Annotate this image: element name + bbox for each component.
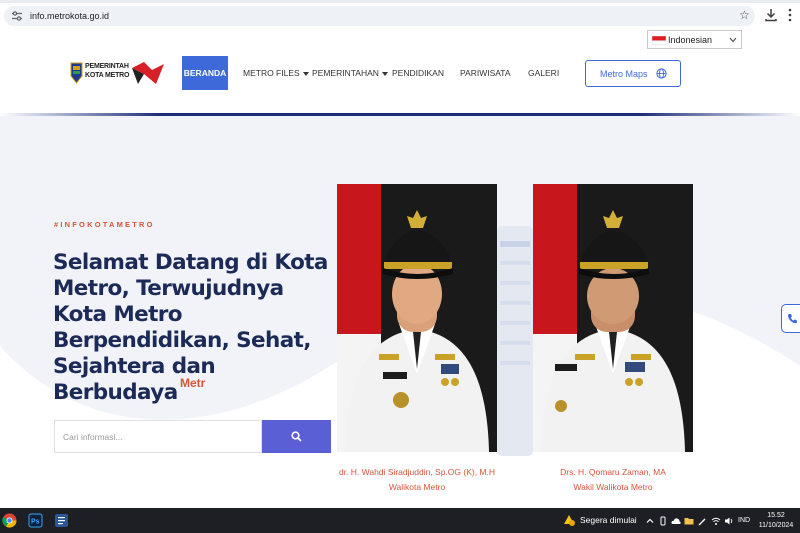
clock-date[interactable]: 11/10/2024 [757,521,795,530]
chevron-down-icon [729,37,737,43]
nav-metro-files[interactable]: METRO FILES [243,67,309,79]
download-icon[interactable] [764,8,778,22]
vice-mayor-name: Drs. H. Qomaru Zaman, MA [560,467,666,477]
mayor-name: dr. H. Wahdi Siradjuddin, Sp.OG (K), M.H [338,467,496,477]
weather-icon[interactable] [562,514,576,527]
language-label: Indonesian [668,35,713,45]
address-bar[interactable]: info.metrokota.go.id ☆ [4,6,755,26]
language-select[interactable]: Indonesian [647,30,742,49]
site-logo[interactable]: PEMERINTAH KOTA METRO [70,60,166,88]
nav-galeri[interactable]: GALERI [528,67,559,79]
input-language[interactable]: IND [738,516,750,525]
nav-pemerintahan[interactable]: PEMERINTAHAN [312,67,388,79]
chrome-app-icon[interactable] [2,513,17,528]
menu-icon[interactable] [787,8,793,22]
mayor-role: Walikota Metro [388,482,446,492]
globe-icon [656,68,667,79]
site-info-icon[interactable] [11,10,23,22]
vice-mayor-role: Wakil Walikota Metro [573,482,653,492]
usb-icon[interactable] [658,516,668,526]
svg-text:Ps: Ps [31,519,40,526]
logo-line-2: KOTA METRO [85,72,130,79]
mayor-portrait [337,184,497,452]
logo-line-1: PEMERINTAH [85,63,129,70]
word-app-icon[interactable] [54,513,69,528]
search-button[interactable] [262,420,331,453]
nav-pariwisata[interactable]: PARIWISATA [460,67,511,79]
city-crest-icon [70,62,83,84]
search-input[interactable] [54,420,262,453]
nav-beranda[interactable]: BERANDA [182,56,228,90]
os-taskbar: Ps Segera dimulai IND 15.52 11/10/2024 [0,508,800,533]
wifi-icon[interactable] [711,516,721,526]
indonesia-flag-icon [652,36,666,45]
weather-label[interactable]: Segera dimulai [580,515,637,526]
clock-time[interactable]: 15.52 [757,511,795,520]
chevron-up-icon[interactable] [645,516,655,526]
metro-maps-button[interactable]: Metro Maps [585,60,681,87]
photoshop-app-icon[interactable]: Ps [28,513,43,528]
folder-icon[interactable] [684,516,694,526]
nav-pendidikan[interactable]: PENDIDIKAN [392,67,444,79]
tab-strip [0,0,800,3]
caret-down-icon [302,71,309,76]
cloud-icon[interactable] [671,516,681,526]
search-icon [291,431,302,442]
contact-side-button[interactable] [781,304,800,333]
logo-flag-mark-icon [132,62,164,84]
vice-mayor-portrait [533,184,693,452]
phone-icon [787,314,797,324]
typed-text: Metr [180,376,206,390]
url-text[interactable]: info.metrokota.go.id [30,9,109,23]
metro-maps-label: Metro Maps [600,69,648,79]
pen-icon[interactable] [697,516,707,526]
star-icon[interactable]: ☆ [739,8,750,22]
browser-toolbar: info.metrokota.go.id ☆ [0,0,800,31]
hero-hashtag: #INFOKOTAMETRO [54,220,155,229]
caret-down-icon [381,71,388,76]
volume-icon[interactable] [724,516,734,526]
hero-section: #INFOKOTAMETRO Selamat Datang di Kota Me… [0,116,800,508]
